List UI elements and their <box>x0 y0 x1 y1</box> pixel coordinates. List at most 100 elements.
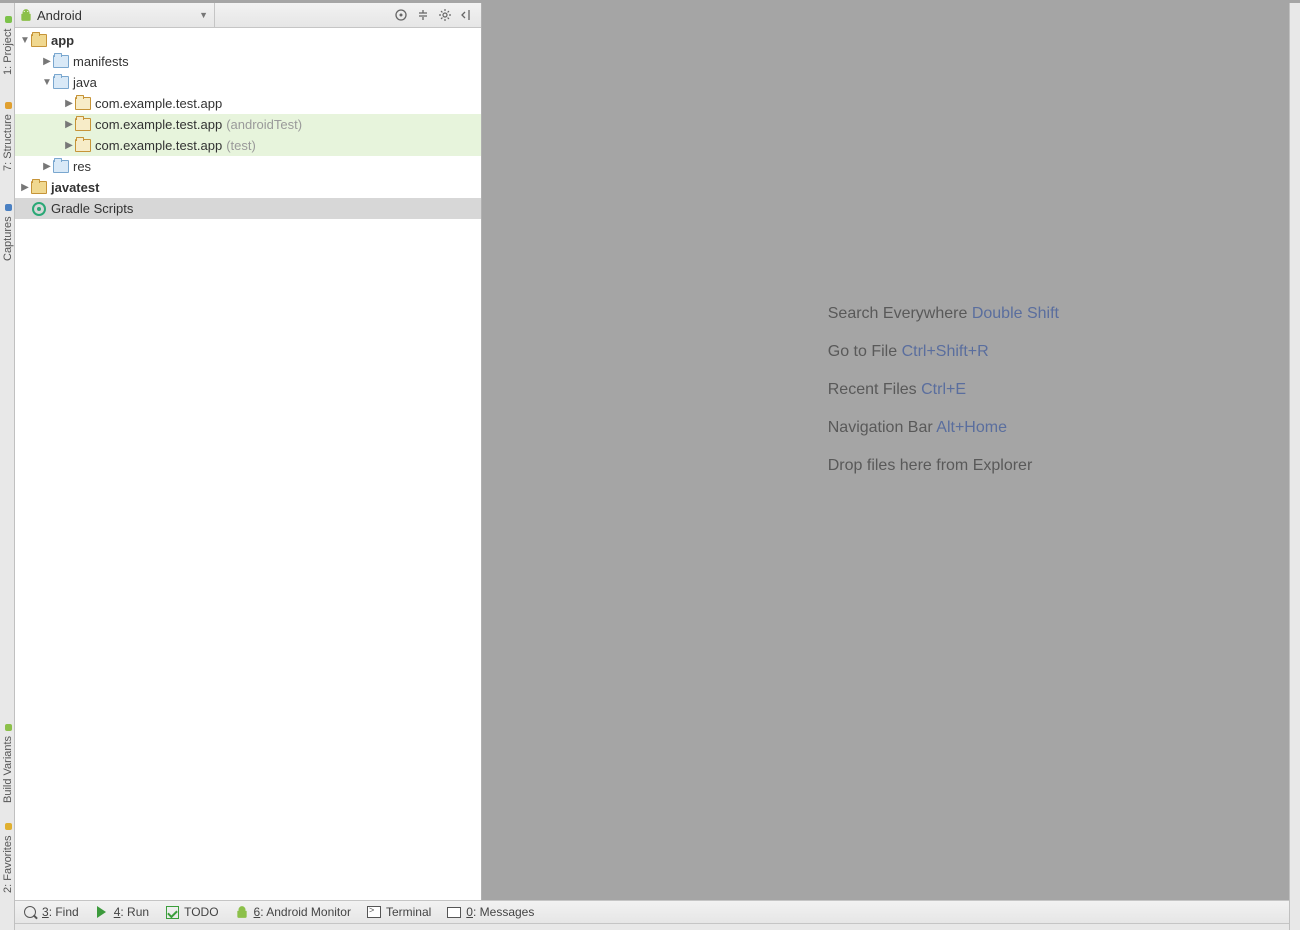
settings-gear-icon[interactable] <box>435 5 455 25</box>
bottom-tab-label: : Find <box>49 905 79 919</box>
run-icon <box>95 905 109 919</box>
hint-label: Search Everywhere <box>828 305 968 322</box>
project-view-selector[interactable]: Android ▼ <box>15 3 215 27</box>
tool-tab-project-label: 1: Project <box>2 29 14 75</box>
project-panel-header: Android ▼ <box>15 3 481 28</box>
scroll-from-source-icon[interactable] <box>391 5 411 25</box>
expand-toggle-icon[interactable]: ▼ <box>19 35 31 46</box>
tree-label: com.example.test.app <box>95 138 222 153</box>
android-icon <box>19 8 33 22</box>
hint-label: Navigation Bar <box>828 419 933 436</box>
right-tool-gutter <box>1289 3 1300 930</box>
panel-header-actions <box>391 5 481 25</box>
tree-label: javatest <box>51 180 99 195</box>
hint-label: Drop files here from Explorer <box>828 457 1033 474</box>
tree-node-package-androidtest[interactable]: ▶ com.example.test.app (androidTest) <box>15 114 481 135</box>
tree-label: Gradle Scripts <box>51 201 133 216</box>
hint-label: Recent Files <box>828 381 917 398</box>
tool-tab-build-variants[interactable]: Build Variants <box>0 793 16 807</box>
mnemonic: 3 <box>42 905 49 919</box>
hint-recent-files: Recent Files Ctrl+E <box>828 371 1059 409</box>
build-variants-icon <box>5 724 12 731</box>
module-folder-icon <box>31 180 47 196</box>
expand-toggle-icon[interactable]: ▶ <box>63 98 75 109</box>
captures-icon <box>5 204 12 211</box>
workspace: Android ▼ <box>15 3 1289 900</box>
folder-icon <box>53 54 69 70</box>
hide-panel-icon[interactable] <box>457 5 477 25</box>
hint-shortcut: Double Shift <box>972 305 1059 322</box>
tool-tab-structure[interactable]: 7: Structure <box>0 161 16 175</box>
dropdown-arrow-icon: ▼ <box>199 10 208 20</box>
gradle-icon <box>31 201 47 217</box>
bottom-tab-label: : Run <box>120 905 149 919</box>
bottom-tab-label: TODO <box>184 905 218 919</box>
tree-label: app <box>51 33 74 48</box>
main-layout: 1: Project 7: Structure Captures Build V… <box>0 3 1300 930</box>
folder-icon <box>53 75 69 91</box>
bottom-tab-label: Terminal <box>386 905 431 919</box>
bottom-tab-find[interactable]: 3: Find <box>15 901 87 923</box>
bottom-tool-bar: 3: Find 4: Run TODO 6: Android Monitor T… <box>15 900 1289 923</box>
bottom-tab-terminal[interactable]: Terminal <box>359 901 439 923</box>
tree-node-gradle-scripts[interactable]: ▶ Gradle Scripts <box>15 198 481 219</box>
mnemonic: 0 <box>466 905 473 919</box>
status-bar <box>15 923 1289 930</box>
tool-tab-structure-label: 7: Structure <box>2 114 14 171</box>
tree-label: manifests <box>73 54 129 69</box>
editor-hints: Search Everywhere Double Shift Go to Fil… <box>828 295 1059 485</box>
search-icon <box>23 905 37 919</box>
expand-toggle-icon[interactable]: ▶ <box>63 119 75 130</box>
left-tool-gutter: 1: Project 7: Structure Captures Build V… <box>0 3 15 930</box>
bottom-tab-label: : Android Monitor <box>260 905 351 919</box>
project-view-label: Android <box>37 8 82 23</box>
tool-tab-favorites[interactable]: 2: Favorites <box>0 883 16 897</box>
todo-icon <box>165 905 179 919</box>
tree-node-app[interactable]: ▼ app <box>15 30 481 51</box>
tree-label: res <box>73 159 91 174</box>
tree-suffix: (test) <box>226 138 256 153</box>
tool-tab-favorites-label: 2: Favorites <box>2 836 14 893</box>
tree-node-manifests[interactable]: ▶ manifests <box>15 51 481 72</box>
hint-shortcut: Alt+Home <box>936 419 1007 436</box>
editor-empty-area[interactable]: Search Everywhere Double Shift Go to Fil… <box>482 3 1289 900</box>
bottom-tab-todo[interactable]: TODO <box>157 901 226 923</box>
project-panel: Android ▼ <box>15 3 482 900</box>
hint-shortcut: Ctrl+E <box>921 381 966 398</box>
hint-label: Go to File <box>828 343 897 360</box>
structure-icon <box>5 102 12 109</box>
tree-node-package-main[interactable]: ▶ com.example.test.app <box>15 93 481 114</box>
tool-tab-build-variants-label: Build Variants <box>2 736 14 803</box>
bottom-tab-android-monitor[interactable]: 6: Android Monitor <box>227 901 359 923</box>
expand-toggle-icon[interactable]: ▶ <box>19 182 31 193</box>
favorites-icon <box>5 823 12 830</box>
tree-node-res[interactable]: ▶ res <box>15 156 481 177</box>
tool-tab-captures-label: Captures <box>2 216 14 261</box>
project-icon <box>5 16 12 23</box>
module-folder-icon <box>31 33 47 49</box>
collapse-all-icon[interactable] <box>413 5 433 25</box>
bottom-tab-messages[interactable]: 0: Messages <box>439 901 542 923</box>
hint-navigation-bar: Navigation Bar Alt+Home <box>828 409 1059 447</box>
package-folder-icon <box>75 96 91 112</box>
tree-node-java[interactable]: ▼ java <box>15 72 481 93</box>
tree-node-javatest[interactable]: ▶ javatest <box>15 177 481 198</box>
tree-label: java <box>73 75 97 90</box>
package-folder-icon <box>75 138 91 154</box>
tool-tab-project[interactable]: 1: Project <box>0 65 16 79</box>
messages-icon <box>447 905 461 919</box>
expand-toggle-icon[interactable]: ▶ <box>41 56 53 67</box>
tool-tab-captures[interactable]: Captures <box>0 251 16 265</box>
expand-toggle-icon[interactable]: ▶ <box>63 140 75 151</box>
terminal-icon <box>367 905 381 919</box>
bottom-tab-run[interactable]: 4: Run <box>87 901 157 923</box>
package-folder-icon <box>75 117 91 133</box>
expand-toggle-icon[interactable]: ▼ <box>41 77 53 88</box>
expand-toggle-icon[interactable]: ▶ <box>41 161 53 172</box>
project-tree[interactable]: ▼ app ▶ manifests ▼ java <box>15 28 481 900</box>
folder-icon <box>53 159 69 175</box>
hint-go-to-file: Go to File Ctrl+Shift+R <box>828 333 1059 371</box>
tree-label: com.example.test.app <box>95 96 222 111</box>
tree-node-package-test[interactable]: ▶ com.example.test.app (test) <box>15 135 481 156</box>
hint-shortcut: Ctrl+Shift+R <box>902 343 989 360</box>
